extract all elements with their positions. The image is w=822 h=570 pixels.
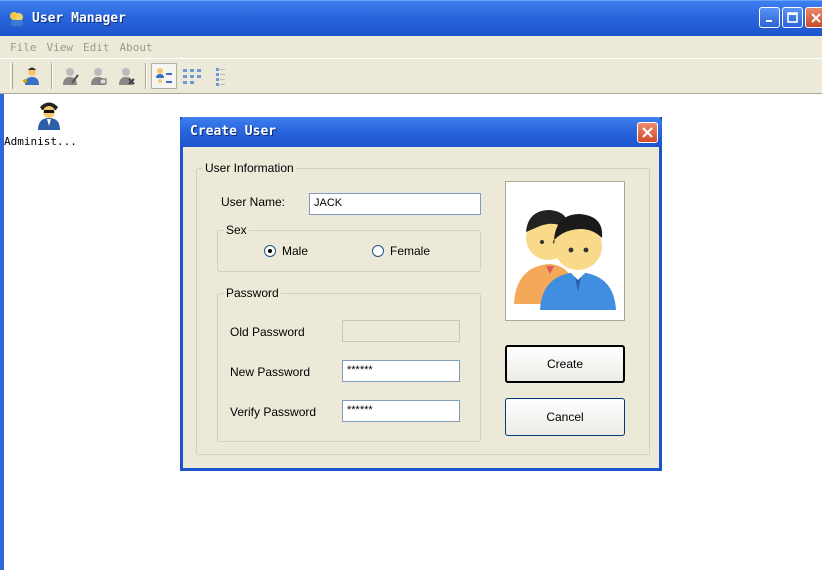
- new-password-input[interactable]: ******: [342, 360, 460, 382]
- menu-about[interactable]: About: [120, 41, 153, 54]
- group-legend: User Information: [203, 161, 296, 175]
- toolbar: [0, 58, 822, 94]
- menu-edit[interactable]: Edit: [83, 41, 110, 54]
- verify-password-input[interactable]: ******: [342, 400, 460, 422]
- male-label: Male: [282, 244, 309, 258]
- list-view-button[interactable]: [207, 63, 233, 89]
- close-icon: [810, 12, 821, 23]
- dialog-titlebar[interactable]: Create User: [180, 117, 662, 147]
- user-properties-icon: [91, 68, 107, 85]
- main-titlebar[interactable]: User Manager: [0, 0, 822, 36]
- user-name-label: User Name:: [221, 195, 286, 209]
- maximize-icon: [787, 12, 798, 23]
- small-icons-view-icon: [183, 69, 201, 84]
- new-password-label: New Password: [230, 365, 311, 379]
- close-icon: [642, 127, 653, 138]
- verify-password-label: Verify Password: [230, 405, 317, 419]
- edit-user-button[interactable]: [57, 63, 83, 89]
- radio-unselected-icon: [372, 245, 384, 257]
- female-label: Female: [390, 244, 431, 258]
- female-radio[interactable]: Female: [372, 244, 430, 258]
- maximize-button[interactable]: [782, 7, 803, 28]
- close-window-button[interactable]: [805, 7, 822, 28]
- minimize-icon: [765, 19, 772, 22]
- user-name-label: Administ...: [4, 135, 77, 148]
- toolbar-separator: [145, 63, 147, 89]
- delete-user-button[interactable]: [113, 63, 139, 89]
- administrator-user-icon: [36, 100, 96, 133]
- delete-user-icon: [119, 68, 135, 85]
- menu-view[interactable]: View: [47, 41, 74, 54]
- group-legend: Password: [224, 286, 281, 300]
- window-title: User Manager: [32, 10, 126, 26]
- old-password-input[interactable]: [342, 320, 460, 342]
- dialog-close-button[interactable]: [637, 122, 658, 143]
- cancel-button[interactable]: Cancel: [505, 398, 625, 436]
- toolbar-separator: [51, 63, 53, 89]
- large-icons-view-button[interactable]: [151, 63, 177, 89]
- user-manager-app-icon: [8, 9, 26, 27]
- toolbar-grip[interactable]: [10, 63, 13, 89]
- user-name-input[interactable]: JACK: [309, 193, 481, 215]
- sex-group: Sex Male Female: [217, 223, 481, 272]
- user-picture: [505, 181, 625, 321]
- create-user-dialog: Create User User Information User Name: …: [180, 117, 662, 471]
- large-icons-view-icon: [156, 68, 172, 83]
- add-user-icon: [23, 67, 39, 85]
- menu-file[interactable]: File: [10, 41, 37, 54]
- list-view-icon: [216, 68, 225, 86]
- add-user-button[interactable]: [19, 63, 45, 89]
- menu-bar: File View Edit About: [0, 36, 822, 58]
- create-button[interactable]: Create: [505, 345, 625, 383]
- password-group: Password Old Password New Password *****…: [217, 286, 481, 442]
- small-icons-view-button[interactable]: [179, 63, 205, 89]
- group-legend: Sex: [224, 223, 249, 237]
- edit-user-icon: [63, 68, 79, 85]
- old-password-label: Old Password: [230, 325, 305, 339]
- minimize-button[interactable]: [759, 7, 780, 28]
- dialog-title: Create User: [190, 124, 277, 139]
- male-radio[interactable]: Male: [264, 244, 308, 258]
- list-item[interactable]: Administ...: [4, 100, 96, 148]
- users-avatar-icon: [514, 210, 616, 310]
- user-properties-button[interactable]: [85, 63, 111, 89]
- radio-selected-icon: [264, 245, 276, 257]
